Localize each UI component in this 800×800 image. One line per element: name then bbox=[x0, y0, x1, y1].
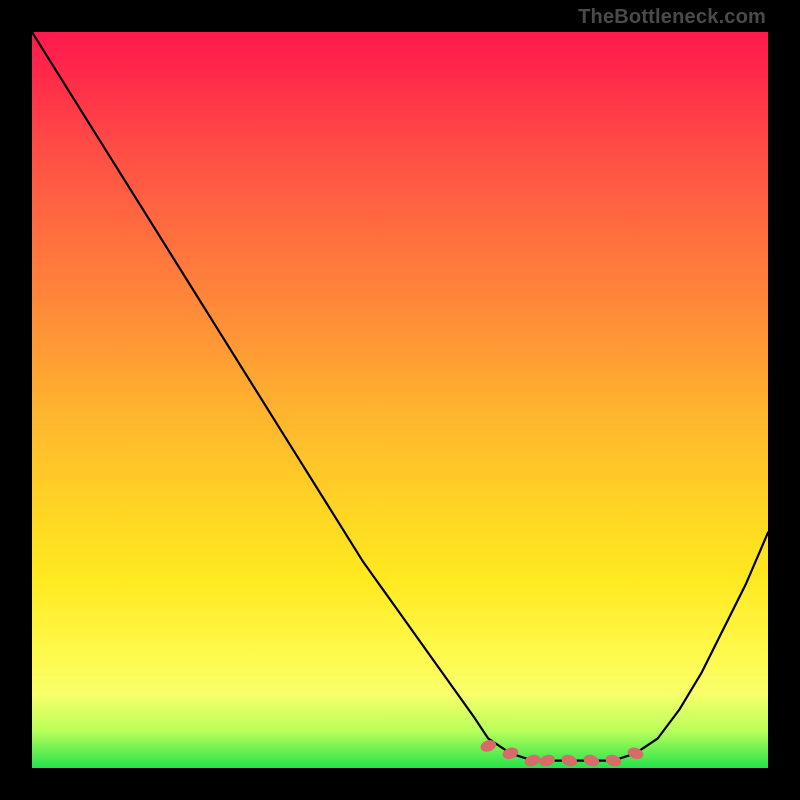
optimal-band-markers bbox=[479, 738, 645, 768]
chart-svg bbox=[32, 32, 768, 768]
optimal-marker bbox=[582, 753, 601, 768]
optimal-marker bbox=[604, 753, 623, 768]
bottleneck-curve-path bbox=[32, 32, 768, 761]
plot-area bbox=[32, 32, 768, 768]
optimal-marker bbox=[560, 753, 579, 768]
watermark-text: TheBottleneck.com bbox=[578, 6, 766, 29]
optimal-marker bbox=[479, 738, 498, 753]
optimal-marker bbox=[538, 753, 557, 768]
optimal-marker bbox=[523, 753, 542, 768]
chart-frame: TheBottleneck.com bbox=[0, 0, 800, 800]
